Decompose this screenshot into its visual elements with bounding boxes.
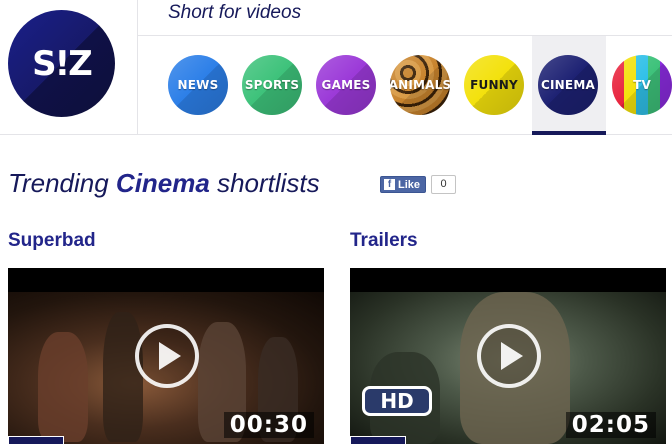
category-tv[interactable]: TV — [612, 55, 672, 115]
like-count: 0 — [431, 175, 456, 194]
category-games-label: GAMES — [321, 78, 371, 92]
thumbnail-tab — [8, 436, 64, 444]
facebook-like-button[interactable]: f Like — [380, 176, 427, 193]
hd-badge: HD — [362, 386, 432, 416]
category-games[interactable]: GAMES — [316, 55, 376, 115]
facebook-icon: f — [384, 179, 395, 190]
category-cinema[interactable]: CINEMA — [538, 55, 598, 115]
category-news-label: NEWS — [177, 78, 219, 92]
play-icon — [159, 342, 181, 370]
site-logo[interactable]: S!Z — [8, 10, 115, 117]
video-title-superbad[interactable]: Superbad — [8, 230, 96, 252]
play-button[interactable] — [135, 324, 199, 388]
tagline: Short for videos — [168, 2, 302, 23]
category-cinema-label: CINEMA — [541, 78, 595, 92]
site-header: S!Z Short for videos NEWS SPORTS GAMES A… — [0, 0, 672, 135]
category-tv-label: TV — [633, 78, 651, 92]
play-button[interactable] — [477, 324, 541, 388]
video-thumbnail-superbad[interactable]: 00:30 — [8, 268, 324, 444]
category-animals[interactable]: ANIMALS — [390, 55, 450, 115]
video-duration: 02:05 — [565, 412, 656, 438]
like-label: Like — [398, 178, 421, 191]
category-funny-label: FUNNY — [470, 78, 518, 92]
category-sports-label: SPORTS — [244, 78, 300, 92]
video-thumbnail-trailers[interactable]: HD 02:05 — [350, 268, 666, 444]
category-sports[interactable]: SPORTS — [242, 55, 302, 115]
category-animals-label: ANIMALS — [390, 78, 450, 92]
video-title-trailers[interactable]: Trailers — [350, 230, 418, 252]
trending-suffix: shortlists — [217, 168, 320, 198]
trending-prefix: Trending — [8, 168, 109, 198]
thumbnail-tab — [350, 436, 406, 444]
trending-heading: Trending Cinema shortlists — [8, 168, 320, 199]
play-icon — [501, 342, 523, 370]
category-news[interactable]: NEWS — [168, 55, 228, 115]
trending-category: Cinema — [115, 168, 210, 198]
video-duration: 00:30 — [223, 412, 314, 438]
logo-text: S!Z — [32, 43, 93, 84]
logo-container: S!Z — [0, 0, 138, 135]
category-funny[interactable]: FUNNY — [464, 55, 524, 115]
